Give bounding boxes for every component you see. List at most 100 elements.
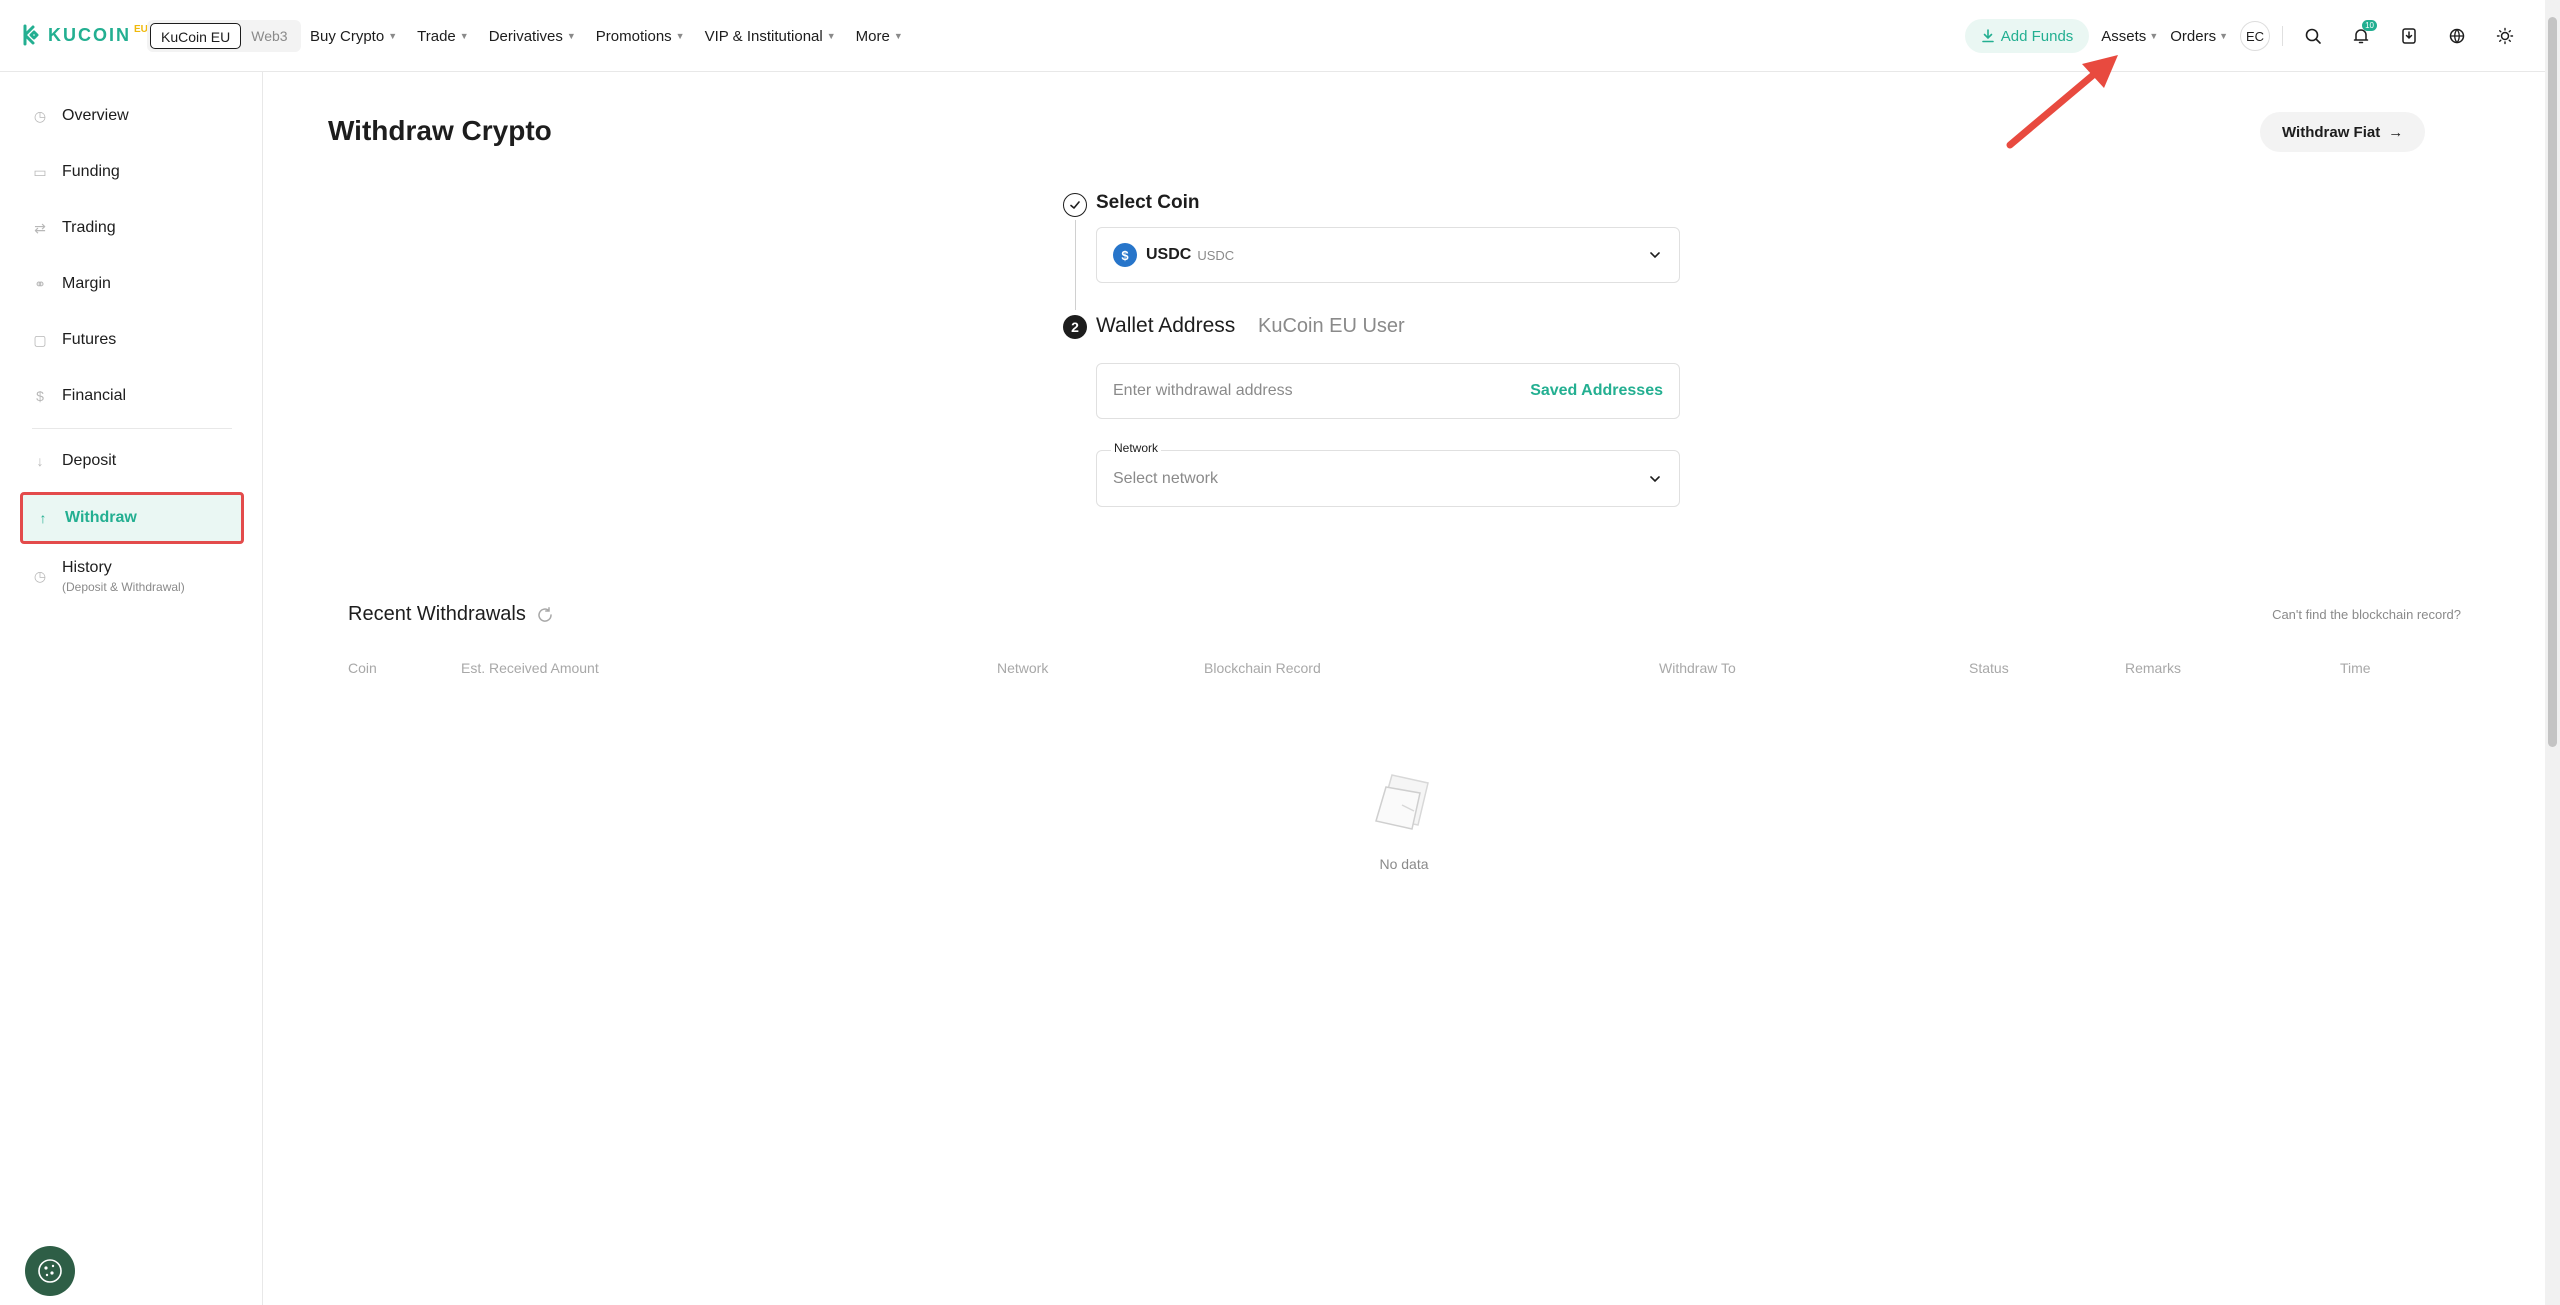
- sidebar-item-funding[interactable]: ▭ Funding: [20, 148, 244, 196]
- download-icon: [1981, 29, 1994, 43]
- sidebar-item-overview[interactable]: ◷ Overview: [20, 92, 244, 140]
- download-app-button[interactable]: [2391, 18, 2427, 54]
- column-status: Status: [1969, 660, 2009, 676]
- chevron-down-icon: ▼: [566, 31, 576, 41]
- dollar-icon: $: [36, 388, 44, 404]
- column-remarks: Remarks: [2125, 660, 2182, 676]
- nav-label: Promotions: [595, 27, 672, 45]
- notifications-button[interactable]: 10: [2343, 18, 2379, 54]
- tab-kucoin-eu-user[interactable]: KuCoin EU User: [1258, 315, 1405, 338]
- kucoin-logo[interactable]: KUCOIN EU: [22, 24, 151, 46]
- nav-promotions[interactable]: Promotions ▼: [596, 28, 685, 45]
- arrow-up-icon: ↑: [39, 510, 47, 526]
- network-placeholder: Select network: [1113, 469, 1218, 487]
- top-header: KUCOIN EU KuCoin EU Web3 Buy Crypto ▼ Tra…: [0, 0, 2545, 72]
- search-icon: [2305, 28, 2321, 44]
- page-scrollbar[interactable]: [2545, 0, 2560, 1305]
- notification-badge: 10: [2362, 20, 2377, 31]
- cookie-icon: [38, 1259, 62, 1283]
- search-button[interactable]: [2295, 18, 2331, 54]
- sidebar-item-deposit[interactable]: ↓ Deposit: [20, 437, 244, 485]
- withdraw-fiat-button[interactable]: Withdraw Fiat →: [2260, 112, 2426, 152]
- coin-select[interactable]: $ USDC USDC: [1096, 227, 1680, 283]
- orders-menu[interactable]: Orders ▼: [2170, 28, 2228, 45]
- nav-label: Derivatives: [488, 27, 563, 45]
- scrollbar-thumb[interactable]: [2548, 17, 2557, 747]
- withdraw-fiat-label: Withdraw Fiat: [2282, 123, 2381, 141]
- empty-state-text: No data: [1379, 856, 1429, 872]
- chevron-down-icon: ▼: [893, 31, 903, 41]
- orders-label: Orders: [2170, 27, 2217, 45]
- history-icon: ◷: [33, 567, 47, 584]
- sidebar-item-label: Futures: [62, 331, 117, 348]
- env-web3[interactable]: Web3: [241, 23, 297, 49]
- history-sublabel: (Deposit & Withdrawal): [62, 579, 185, 594]
- nav-buy-crypto[interactable]: Buy Crypto ▼: [310, 28, 397, 45]
- theme-toggle-button[interactable]: [2487, 18, 2523, 54]
- sun-icon: [2496, 27, 2514, 45]
- column-blockchain-record: Blockchain Record: [1204, 660, 1321, 676]
- chevron-down-icon: [1650, 252, 1660, 259]
- network-select[interactable]: Network Select network: [1096, 441, 1680, 507]
- annotation-arrow-icon: [2006, 55, 2118, 149]
- withdrawal-address-input[interactable]: [1113, 382, 1531, 400]
- globe-icon: [2449, 28, 2465, 44]
- sidebar-item-financial[interactable]: $ Financial: [20, 372, 244, 420]
- column-coin: Coin: [348, 660, 377, 676]
- env-kucoin-eu[interactable]: KuCoin EU: [150, 23, 242, 49]
- download-app-icon: [2402, 28, 2416, 44]
- sidebar-item-margin[interactable]: ⚭ Margin: [20, 260, 244, 308]
- chevron-down-icon: ▼: [2219, 31, 2228, 41]
- nav-label: Buy Crypto: [310, 27, 385, 45]
- network-label: Network: [1111, 441, 1162, 455]
- recent-title-label: Recent Withdrawals: [348, 603, 526, 625]
- language-button[interactable]: [2439, 18, 2475, 54]
- history-label: History: [62, 558, 112, 576]
- tab-wallet-address[interactable]: Wallet Address: [1096, 314, 1235, 338]
- nav-derivatives[interactable]: Derivatives ▼: [489, 28, 576, 45]
- sidebar-item-history[interactable]: ◷ History (Deposit & Withdrawal): [20, 546, 244, 606]
- arrow-down-icon: ↓: [36, 453, 44, 469]
- chevron-down-icon: ▼: [388, 31, 398, 41]
- avatar[interactable]: EC: [2240, 21, 2270, 51]
- sidebar-item-withdraw[interactable]: ↑ Withdraw: [20, 492, 244, 544]
- chevron-down-icon: ▼: [459, 31, 469, 41]
- cookie-settings-button[interactable]: [25, 1246, 75, 1296]
- add-funds-button[interactable]: Add Funds: [1964, 19, 2090, 53]
- divider: [2282, 26, 2283, 46]
- recent-withdrawals-title: Recent Withdrawals: [348, 603, 554, 626]
- sidebar-item-trading[interactable]: ⇄ Trading: [20, 204, 244, 252]
- assets-menu[interactable]: Assets ▼: [2101, 28, 2158, 45]
- saved-addresses-link[interactable]: Saved Addresses: [1530, 382, 1663, 400]
- sidebar-item-label: Financial: [62, 387, 127, 404]
- margin-icon: ⚭: [34, 275, 46, 292]
- cant-find-blockchain-link[interactable]: Can't find the blockchain record?: [2272, 607, 2461, 622]
- column-withdraw-to: Withdraw To: [1659, 660, 1736, 676]
- refresh-icon[interactable]: [536, 606, 554, 624]
- chart-icon: ▢: [33, 331, 47, 348]
- nav-more[interactable]: More ▼: [856, 28, 903, 45]
- sidebar-item-label: Overview: [62, 107, 129, 124]
- main-nav: Buy Crypto ▼ Trade ▼ Derivatives ▼ Promotio…: [310, 0, 903, 72]
- step-number-badge: 2: [1063, 315, 1087, 339]
- logo-text: KUCOIN: [48, 24, 131, 45]
- trading-icon: ⇄: [34, 219, 46, 236]
- nav-trade[interactable]: Trade ▼: [417, 28, 469, 45]
- coin-name: USDC: [1197, 247, 1235, 263]
- withdrawal-address-field: Saved Addresses: [1096, 363, 1680, 419]
- sidebar-item-label: History (Deposit & Withdrawal): [62, 559, 185, 594]
- kucoin-logo-icon: [23, 24, 39, 46]
- column-network: Network: [997, 660, 1049, 676]
- sidebar-item-futures[interactable]: ▢ Futures: [20, 316, 244, 364]
- nav-label: VIP & Institutional: [704, 27, 823, 45]
- column-time: Time: [2340, 660, 2371, 676]
- sidebar-item-label: Withdraw: [65, 509, 137, 526]
- nav-label: More: [855, 27, 890, 45]
- nav-vip-institutional[interactable]: VIP & Institutional ▼: [705, 28, 836, 45]
- clock-icon: ◷: [33, 107, 47, 124]
- sidebar-divider: [32, 428, 232, 429]
- chevron-down-icon: ▼: [826, 31, 836, 41]
- sidebar-item-label: Margin: [62, 275, 111, 292]
- sidebar-item-label: Deposit: [62, 452, 117, 469]
- sidebar-item-label: Funding: [62, 163, 120, 180]
